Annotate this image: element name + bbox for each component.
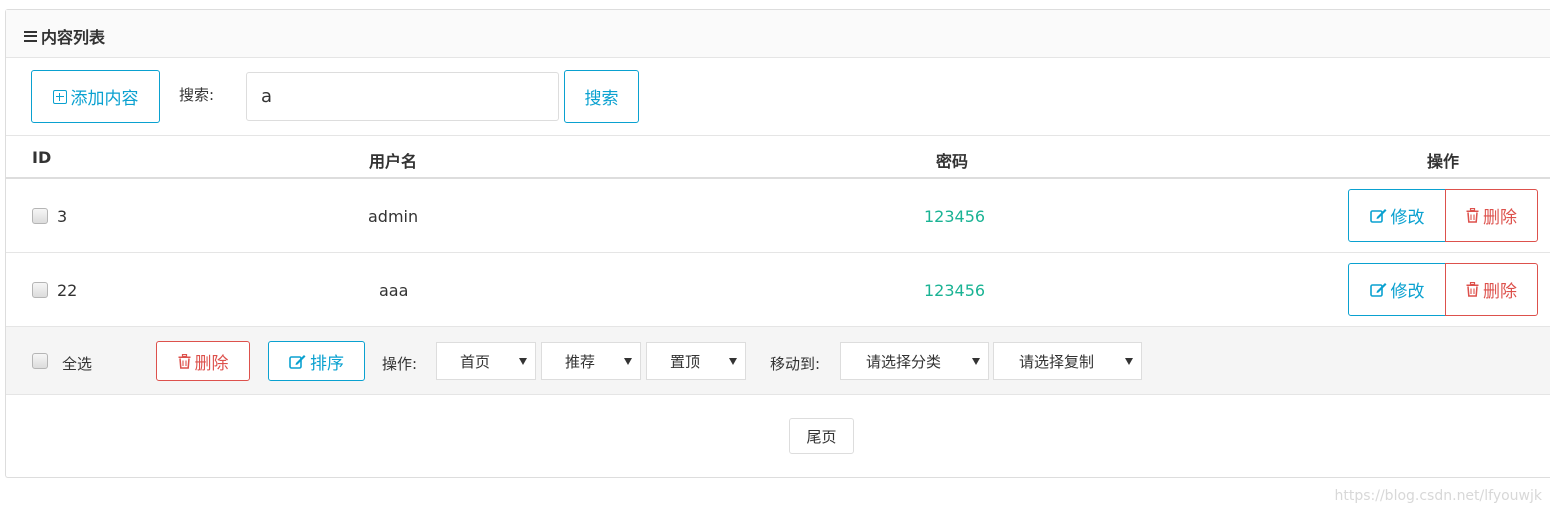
caret-down-icon (519, 358, 527, 365)
sort-label: 排序 (310, 353, 344, 374)
th-actions: 操作 (1427, 152, 1460, 171)
row-username: admin (368, 207, 419, 226)
edit-icon (1369, 283, 1386, 297)
trash-icon (1466, 208, 1479, 223)
select-value: 请选择分类 (865, 352, 941, 371)
delete-button[interactable]: 删除 (1445, 263, 1538, 316)
toolbar: 添加内容 搜索: 搜索 (6, 58, 1550, 136)
select-all-label: 全选 (62, 355, 93, 373)
last-page-button[interactable]: 尾页 (789, 418, 854, 454)
row-password: 123456 (924, 207, 986, 226)
sort-button[interactable]: 排序 (268, 341, 365, 381)
caret-down-icon (972, 358, 980, 365)
move-to-label: 移动到: (770, 355, 821, 373)
row-password: 123456 (924, 281, 986, 300)
select-recommend[interactable]: 推荐 (541, 342, 641, 380)
panel-title: 内容列表 (24, 24, 105, 48)
select-value: 置顶 (669, 352, 700, 371)
batch-delete-button[interactable]: 删除 (156, 341, 250, 381)
select-value: 首页 (459, 352, 490, 371)
caret-down-icon (1125, 358, 1133, 365)
caret-down-icon (624, 358, 632, 365)
row-checkbox[interactable] (32, 208, 48, 224)
caret-down-icon (729, 358, 737, 365)
search-input[interactable] (246, 72, 559, 121)
add-content-button[interactable]: 添加内容 (31, 70, 160, 123)
select-value: 推荐 (564, 352, 595, 371)
last-page-label: 尾页 (806, 427, 837, 446)
watermark: https://blog.csdn.net/lfyouwjk (1334, 488, 1543, 504)
select-copy[interactable]: 请选择复制 (993, 342, 1142, 380)
menu-icon (24, 30, 37, 42)
search-button-label: 搜索 (584, 89, 619, 109)
batch-actions-bar: 全选 删除 排序 操作: 首页 推荐 置顶 移动到: 请选择分类 请选择复制 (6, 327, 1550, 395)
table-row: 22 aaa 123456 修改 删除 (6, 253, 1550, 327)
content-list-panel: 内容列表 添加内容 搜索: 搜索 ID 用户名 密码 操作 3 admin 12… (5, 9, 1550, 478)
row-id: 3 (57, 207, 68, 226)
edit-icon (1369, 209, 1386, 223)
search-label: 搜索: (179, 86, 215, 104)
delete-button[interactable]: 删除 (1445, 189, 1538, 242)
delete-label: 删除 (1483, 208, 1517, 228)
edit-button[interactable]: 修改 (1348, 189, 1446, 242)
panel-title-text: 内容列表 (41, 28, 106, 47)
plus-square-icon (52, 89, 67, 104)
add-content-label: 添加内容 (70, 89, 139, 109)
select-all-checkbox[interactable] (32, 353, 48, 369)
row-id: 22 (57, 281, 78, 300)
trash-icon (1466, 282, 1479, 297)
edit-button[interactable]: 修改 (1348, 263, 1446, 316)
panel-header: 内容列表 (6, 10, 1550, 58)
trash-icon (178, 353, 190, 369)
edit-label: 修改 (1390, 208, 1425, 228)
table-header: ID 用户名 密码 操作 (6, 136, 1550, 179)
select-pin-top[interactable]: 置顶 (646, 342, 746, 380)
table-row: 3 admin 123456 修改 删除 (6, 179, 1550, 253)
th-username: 用户名 (369, 152, 418, 171)
select-category[interactable]: 请选择分类 (840, 342, 989, 380)
select-homepage[interactable]: 首页 (436, 342, 536, 380)
edit-label: 修改 (1390, 282, 1425, 302)
delete-label: 删除 (1483, 282, 1517, 302)
row-username: aaa (379, 281, 409, 300)
edit-icon (289, 354, 306, 369)
th-password: 密码 (936, 152, 969, 171)
select-value: 请选择复制 (1018, 352, 1094, 371)
batch-delete-label: 删除 (194, 353, 229, 374)
search-button[interactable]: 搜索 (564, 70, 639, 123)
th-id: ID (32, 148, 52, 167)
operation-label: 操作: (382, 355, 418, 373)
row-checkbox[interactable] (32, 282, 48, 298)
